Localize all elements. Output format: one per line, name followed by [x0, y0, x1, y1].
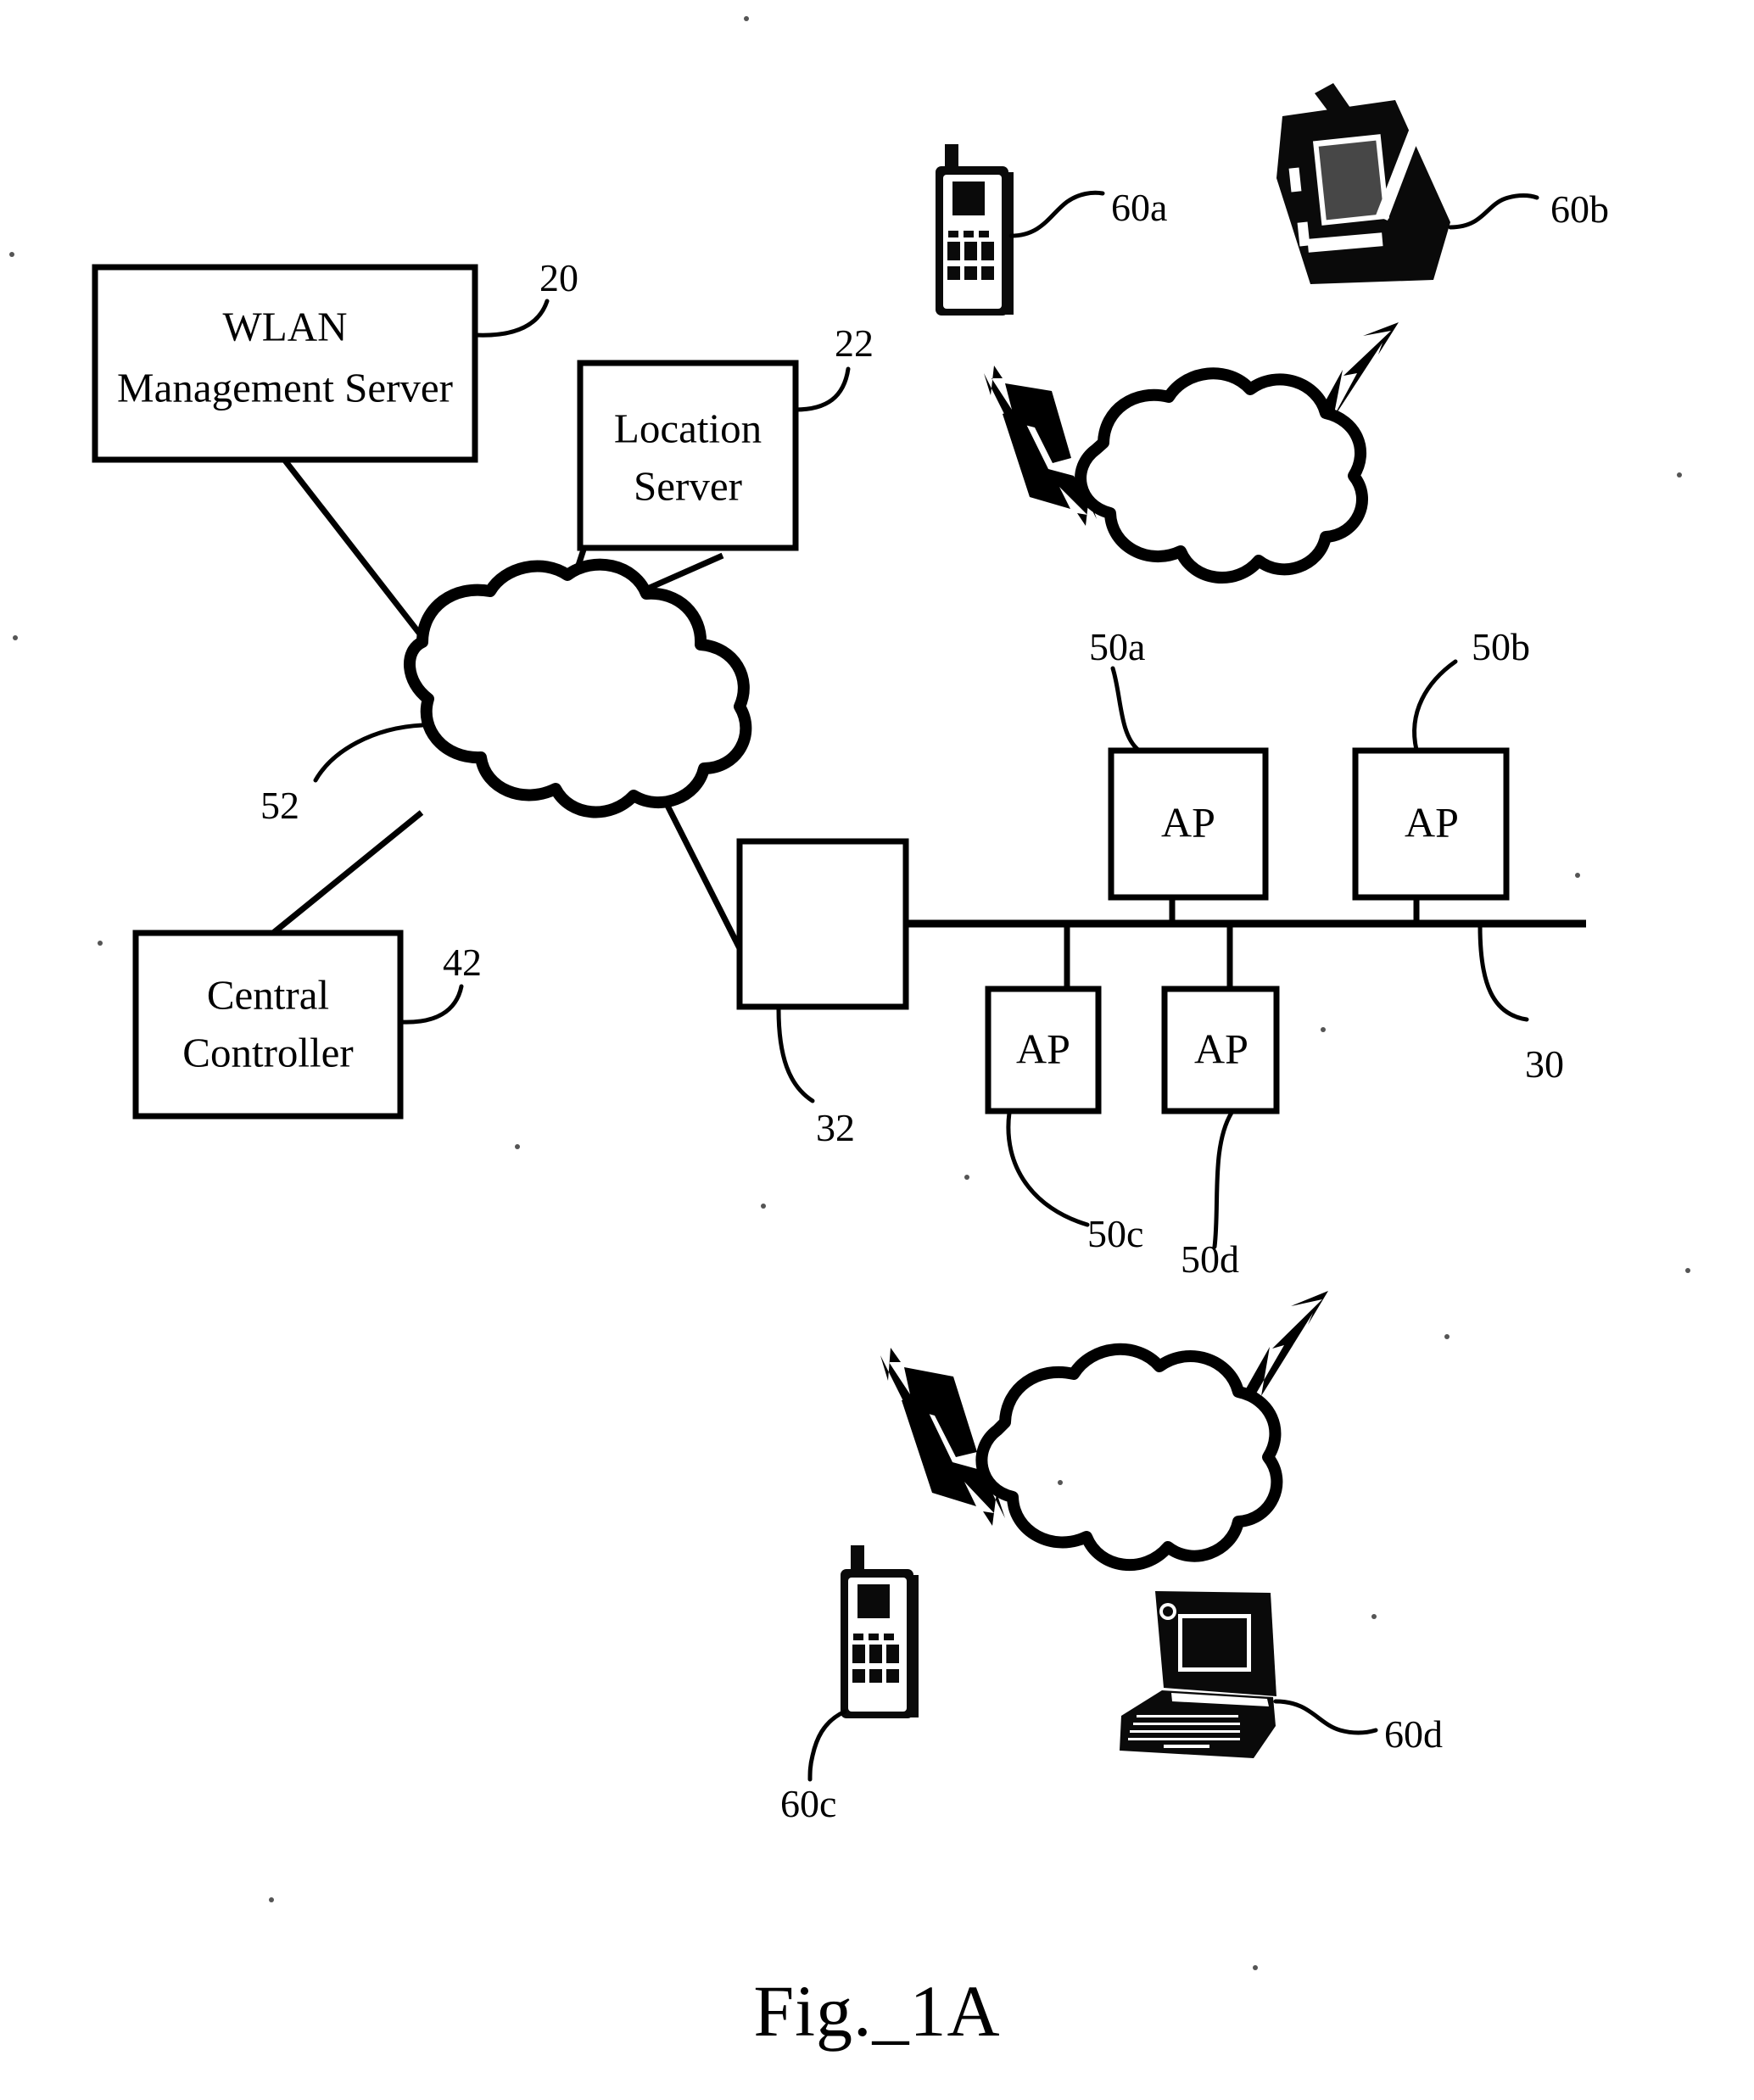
phone-key-60c-7 [852, 1669, 865, 1683]
lower-coverage-cloud-shape [975, 1343, 1283, 1572]
phone-key-60a-9 [981, 266, 994, 280]
pda-tablet-icon [1276, 83, 1450, 284]
leader-ref-50a [1110, 666, 1141, 752]
ref-number-20: 20 [539, 256, 578, 299]
ref-number-50a: 50a [1089, 625, 1145, 668]
location-server-node: Location Server 22 [577, 321, 874, 551]
switch-box [736, 838, 909, 1010]
ref-number-60c: 60c [780, 1782, 836, 1825]
phone-key-60c-2 [869, 1634, 879, 1640]
phone-key-60c-5 [869, 1645, 882, 1663]
ref-number-60d: 60d [1384, 1712, 1443, 1756]
mobile-phone-icon [936, 144, 1014, 316]
wireless-coverage-cloud-upper [984, 322, 1399, 584]
leader-ref-50b [1412, 659, 1458, 752]
phone-key-60a-4 [947, 242, 960, 260]
wire-cloud-to-central-controller [271, 810, 424, 936]
phone-side-60a [1006, 172, 1014, 315]
leader-ref-32 [776, 1007, 815, 1103]
location-server-label-line1: Location [614, 405, 762, 451]
ref-number-60a: 60a [1111, 186, 1167, 229]
access-point-50b: AP 50b [1352, 625, 1530, 924]
laptop-icon [1120, 1591, 1276, 1758]
location-server-label-line2: Server [634, 462, 742, 509]
wlan-management-server-node: WLAN Management Server 20 [92, 256, 578, 463]
ref-number-30: 30 [1525, 1042, 1564, 1086]
access-point-50c-label: AP [1016, 1025, 1070, 1072]
leader-ref-22 [793, 366, 851, 412]
phone-screen-60a [952, 182, 985, 215]
phone-key-60a-6 [981, 242, 994, 260]
wlan-management-server-label-line2: Management Server [117, 364, 453, 411]
laptop-device-60d: 60d [1120, 1591, 1443, 1758]
leader-ref-60b [1448, 193, 1539, 230]
central-controller-label-line2: Controller [182, 1029, 353, 1075]
leader-ref-42 [398, 984, 464, 1025]
access-point-50d: AP 50d [1161, 924, 1280, 1281]
phone-key-60a-7 [947, 266, 960, 280]
pda-device-60b: 60b [1276, 83, 1609, 284]
ref-number-22: 22 [835, 321, 874, 365]
central-controller-node: Central Controller 42 [132, 930, 482, 1120]
patent-figure: WLAN Management Server 20 Location Serve… [0, 0, 1754, 2100]
wire-wlan-to-cloud [282, 458, 424, 639]
switch-node: 32 [736, 838, 909, 1149]
leader-ref-20 [472, 299, 550, 338]
phone-key-60c-8 [869, 1669, 882, 1683]
access-point-50b-label: AP [1405, 798, 1459, 846]
leader-ref-30 [1477, 924, 1529, 1022]
central-controller-box [132, 930, 404, 1120]
wlan-management-server-label-line1: WLAN [223, 303, 348, 349]
access-point-50c: AP 50c [985, 924, 1143, 1255]
ref-number-42: 42 [443, 941, 482, 984]
access-point-50a-label: AP [1161, 798, 1215, 846]
location-server-box [577, 360, 799, 551]
phone-key-60c-3 [884, 1634, 894, 1640]
phone-key-60c-4 [852, 1645, 865, 1663]
mobile-phone-60a: 60a [936, 144, 1167, 316]
ref-number-32: 32 [816, 1106, 855, 1149]
mobile-phone-60c: 60c [780, 1545, 919, 1825]
access-point-50d-label: AP [1194, 1025, 1248, 1072]
leader-ref-50c [1006, 1110, 1090, 1227]
phone-key-60a-1 [948, 231, 958, 237]
phone-screen-60c [857, 1584, 890, 1618]
leader-ref-60d [1273, 1699, 1378, 1735]
figure-caption: Fig._1A [753, 1970, 1000, 2052]
phone-key-60c-6 [886, 1645, 899, 1663]
pda-screen-60b [1318, 140, 1384, 221]
phone-key-60a-3 [979, 231, 989, 237]
central-controller-label-line1: Central [207, 971, 329, 1018]
laptop-indicator-dot-60d [1163, 1606, 1173, 1617]
leader-ref-50d [1212, 1110, 1234, 1249]
ref-number-60b: 60b [1550, 187, 1609, 231]
ref-number-50c: 50c [1087, 1212, 1143, 1255]
leader-ref-60a [1008, 190, 1105, 238]
laptop-screen-60d [1182, 1618, 1247, 1667]
access-point-50a: AP 50a [1089, 625, 1269, 924]
network-cloud-node: 52 [260, 558, 752, 827]
phone-key-60a-8 [964, 266, 977, 280]
ref-number-50b: 50b [1472, 625, 1530, 668]
wireless-coverage-cloud-lower [880, 1291, 1328, 1572]
upper-coverage-cloud-shape [1075, 367, 1368, 584]
phone-key-60c-1 [853, 1634, 863, 1640]
leader-ref-60c [807, 1709, 847, 1782]
phone-key-60a-2 [964, 231, 974, 237]
ref-number-50d: 50d [1181, 1237, 1239, 1281]
phone-side-60c [911, 1575, 919, 1717]
mobile-phone-icon [841, 1545, 919, 1718]
phone-key-60a-5 [964, 242, 977, 260]
network-cloud-shape [404, 558, 752, 818]
phone-key-60c-9 [886, 1669, 899, 1683]
ref-number-52: 52 [260, 784, 299, 827]
leader-ref-52 [313, 723, 425, 783]
